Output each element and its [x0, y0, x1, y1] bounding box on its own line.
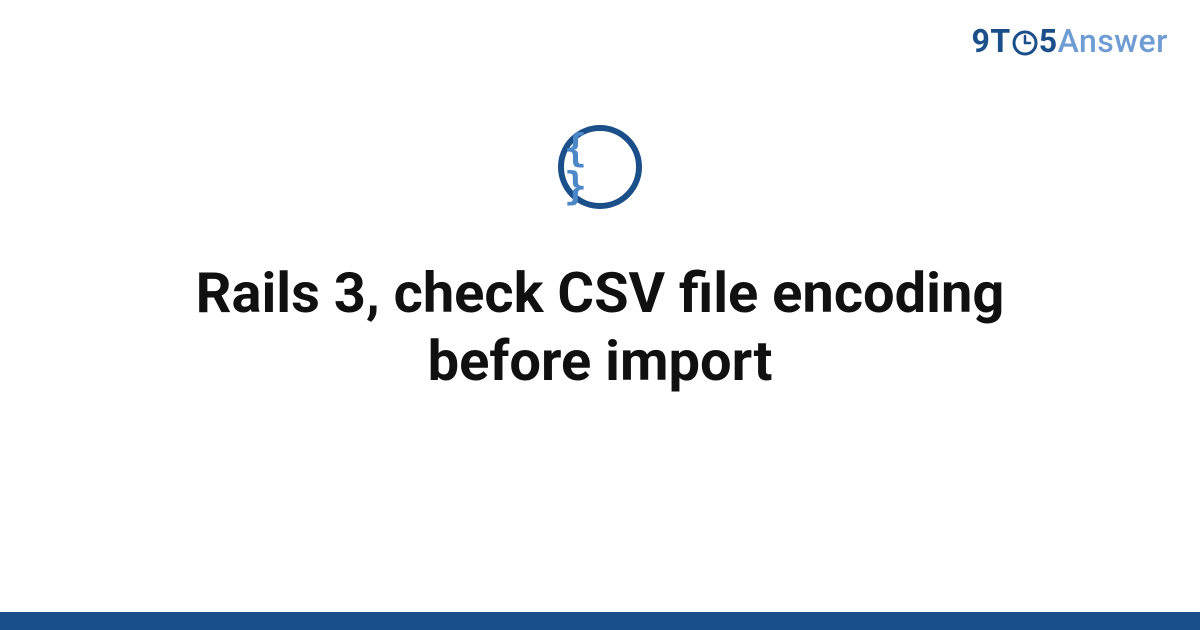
logo-nine: 9: [972, 22, 991, 60]
main-content: { } Rails 3, check CSV file encoding bef…: [0, 125, 1200, 396]
logo-t: T: [990, 22, 1010, 60]
code-braces-icon: { }: [558, 125, 642, 209]
footer-accent-bar: [0, 612, 1200, 630]
clock-icon: [1012, 26, 1038, 64]
logo-five: 5: [1039, 22, 1058, 60]
site-logo: 9T5Answer: [972, 22, 1168, 64]
logo-answer: Answer: [1058, 22, 1168, 60]
braces-glyph: { }: [564, 129, 636, 205]
page-title: Rails 3, check CSV file encoding before …: [90, 259, 1110, 396]
